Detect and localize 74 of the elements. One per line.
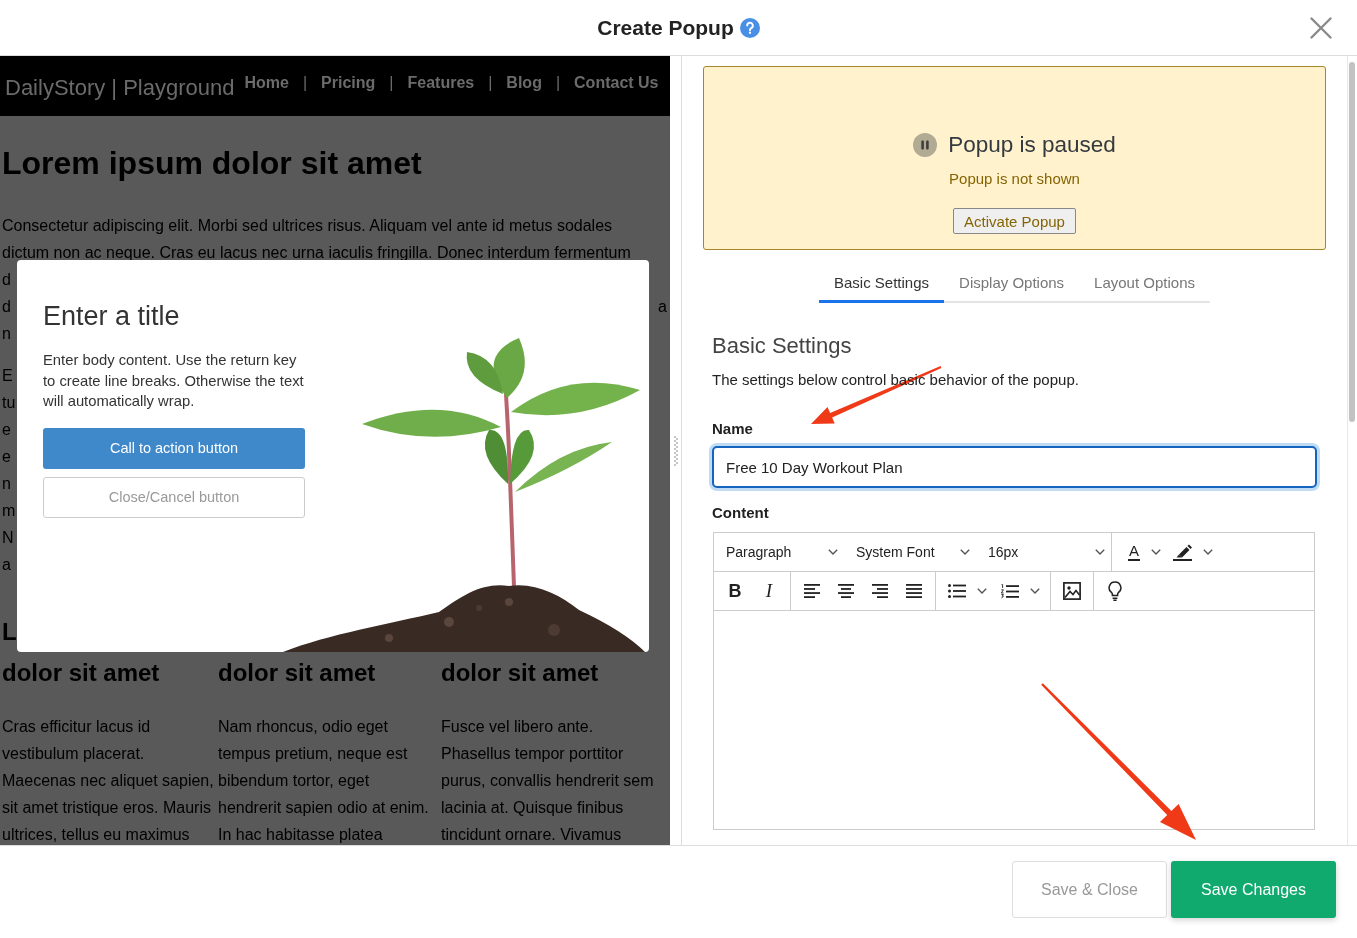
nav-separator: |	[389, 72, 394, 93]
column-text: Cras efficitur lacus id vestibulum placerat. Maecenas nec aliquet sapien, sit amet tristique eros. Mauris ultrices, tellus eu maximus	[2, 716, 215, 845]
column-heading: dolor sit amet	[441, 658, 600, 688]
cut-off-text: e	[2, 419, 11, 440]
text-color-button[interactable]: A	[1112, 533, 1167, 571]
chevron-down-icon	[1030, 588, 1040, 594]
cut-off-text: n	[2, 323, 11, 344]
align-right-icon	[872, 584, 888, 598]
nav-link[interactable]: Home	[244, 72, 289, 93]
nav-separator: |	[555, 72, 561, 93]
column-text: Nam rhoncus, odio eget tempus pretium, neque est bibendum tortor, eget hendrerit sapien odio at enim. In hac habitasse platea	[218, 716, 430, 845]
cut-off-text: E	[2, 365, 13, 386]
bold-button[interactable]: B	[718, 572, 752, 610]
nav-link[interactable]: Features	[407, 72, 475, 93]
align-justify-icon	[906, 584, 922, 598]
call-to-action-button[interactable]: Call to action button	[43, 427, 305, 469]
chevron-down-icon	[1151, 549, 1161, 555]
cut-off-text: d	[2, 269, 11, 290]
cut-off-text: a	[2, 554, 11, 575]
chevron-down-icon	[1203, 549, 1213, 555]
chevron-down-icon	[828, 549, 838, 555]
lightbulb-icon	[1108, 581, 1122, 601]
save-and-close-button[interactable]: Save & Close	[1012, 861, 1167, 918]
field-label: Name	[712, 419, 753, 439]
highlighter-icon	[1173, 543, 1192, 561]
scrollbar-thumb[interactable]	[1349, 62, 1355, 422]
close-icon[interactable]	[1310, 16, 1332, 39]
cut-off-text: tu	[2, 392, 16, 413]
nav-link[interactable]: Pricing	[321, 72, 376, 93]
status-subtitle: Popup is not shown	[949, 169, 1080, 189]
column-text: Fusce vel libero ante. Phasellus tempor porttitor purus, convallis hendrerit sem lacinia at. Quisque finibus tincidunt ornare. Vivamus	[441, 716, 655, 845]
dialog-title: Create Popup	[597, 14, 734, 41]
name-input-field[interactable]: Free 10 Day Workout Plan	[712, 446, 1317, 488]
italic-button[interactable]: I	[752, 572, 786, 610]
tab[interactable]: Layout Options	[1079, 265, 1210, 303]
chevron-down-icon	[960, 549, 970, 555]
popup-body-text: Enter body content. Use the return key to create line breaks. Otherwise the text will automatically wrap.	[43, 351, 304, 411]
align-center-icon	[838, 584, 854, 598]
cut-off-text: m	[2, 500, 16, 521]
page-heading: Lorem ipsum dolor sit amet	[2, 144, 423, 183]
status-title: Popup is paused	[948, 131, 1116, 159]
cancel-button[interactable]: Close/Cancel button	[43, 476, 305, 518]
nav-separator: |	[302, 72, 308, 93]
column-heading: dolor sit amet	[2, 658, 161, 688]
chevron-down-icon	[977, 588, 987, 594]
numbered-list-icon	[1001, 583, 1019, 599]
bullet-list-icon	[948, 584, 966, 598]
toolbar-dropdown[interactable]: 16px	[976, 533, 1111, 571]
cut-off-text: e	[2, 446, 11, 467]
help-icon[interactable]	[739, 17, 760, 38]
cut-off-text: N	[2, 527, 14, 548]
nav-separator: |	[488, 72, 493, 93]
pause-icon	[913, 133, 938, 157]
activate-button[interactable]: Activate Popup	[953, 208, 1076, 234]
column-heading: dolor sit amet	[218, 658, 377, 688]
cut-off-text: a	[658, 296, 667, 317]
chevron-down-icon	[1095, 549, 1105, 555]
grip-icon[interactable]	[673, 435, 678, 466]
site-logo-text: DailyStory | Playground	[5, 74, 235, 101]
save-changes-button[interactable]: Save Changes	[1171, 861, 1336, 918]
cut-off-text: n	[2, 473, 11, 494]
field-label: Content	[712, 503, 769, 523]
tab[interactable]: Basic Settings	[819, 265, 945, 303]
toolbar-dropdown[interactable]: Paragraph	[714, 533, 844, 571]
align-left-icon	[804, 584, 820, 598]
image-icon	[1063, 582, 1081, 600]
section-title: Basic Settings	[712, 332, 852, 360]
toolbar-dropdown[interactable]: System Font	[844, 533, 976, 571]
cut-off-heading: L	[2, 617, 17, 647]
tab[interactable]: Display Options	[944, 265, 1080, 303]
popup-title: Enter a title	[43, 300, 180, 333]
nav-link[interactable]: Contact Us	[574, 72, 659, 93]
cut-off-text: d	[2, 296, 11, 317]
nav-link[interactable]: Blog	[506, 72, 542, 93]
